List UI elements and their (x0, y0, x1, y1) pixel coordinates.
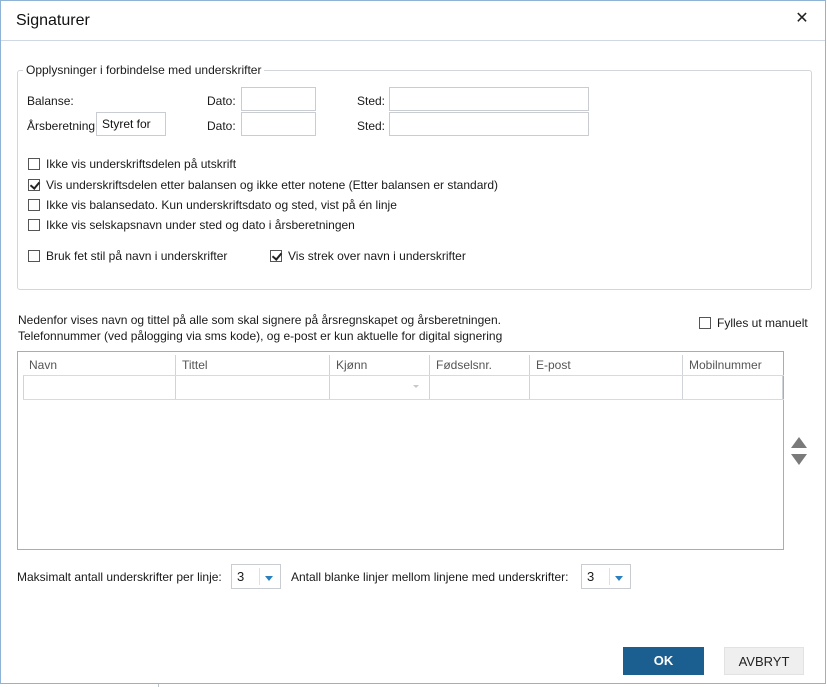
signer-info-text: Nedenfor vises navn og tittel på alle so… (18, 312, 502, 344)
option-bold-names[interactable]: Bruk fet stil på navn i underskrifter (28, 249, 227, 263)
option-fill-manually[interactable]: Fylles ut manuelt (699, 316, 808, 330)
select-separator (259, 568, 260, 585)
ok-button[interactable]: OK (623, 647, 704, 675)
balanse-sted-label: Sted: (357, 94, 386, 108)
info-line-2: Telefonnummer (ved pålogging via sms kod… (18, 329, 503, 343)
move-down-icon[interactable] (791, 454, 807, 465)
column-header-epost[interactable]: E-post (530, 355, 683, 375)
column-header-tittel[interactable]: Tittel (176, 355, 330, 375)
balanse-sted-input[interactable] (389, 87, 589, 111)
checkbox-checked[interactable] (28, 179, 40, 191)
table-row (23, 375, 784, 400)
option-hide-signature[interactable]: Ikke vis underskriftsdelen på utskrift (28, 157, 236, 171)
arsberetning-dato-label: Dato: (207, 119, 236, 133)
option-label: Ikke vis balansedato. Kun underskriftsda… (46, 198, 397, 212)
cell-mobilnummer[interactable] (683, 376, 783, 399)
arsberetning-label: Årsberetning: (27, 119, 99, 133)
info-line-1: Nedenfor vises navn og tittel på alle so… (18, 313, 501, 327)
blank-lines-label: Antall blanke linjer mellom linjene med … (291, 570, 569, 584)
option-line-over-names[interactable]: Vis strek over navn i underskrifter (270, 249, 466, 263)
column-header-navn[interactable]: Navn (23, 355, 176, 375)
chevron-down-icon (265, 576, 273, 581)
cell-navn[interactable] (23, 376, 176, 399)
dialog-titlebar: Signaturer ✕ (1, 1, 825, 41)
arsberetning-sted-input[interactable] (389, 112, 589, 136)
checkbox[interactable] (28, 250, 40, 262)
column-header-kjonn[interactable]: Kjønn (330, 355, 430, 375)
cell-fodselsnr[interactable] (430, 376, 530, 399)
arsberetning-dato-input[interactable] (241, 112, 316, 136)
chevron-down-icon (413, 385, 419, 388)
dialog-title: Signaturer (16, 12, 90, 29)
grid-header: Navn Tittel Kjønn Fødselsnr. E-post Mobi… (23, 355, 784, 375)
column-header-mobilnummer[interactable]: Mobilnummer (683, 355, 784, 375)
option-hide-balance-date[interactable]: Ikke vis balansedato. Kun underskriftsda… (28, 198, 397, 212)
option-after-balance[interactable]: Vis underskriftsdelen etter balansen og … (28, 178, 498, 192)
signers-grid: Navn Tittel Kjønn Fødselsnr. E-post Mobi… (17, 351, 784, 550)
balanse-dato-label: Dato: (207, 94, 236, 108)
option-label: Ikke vis selskapsnavn under sted og dato… (46, 218, 355, 232)
balanse-dato-input[interactable] (241, 87, 316, 111)
option-label: Vis underskriftsdelen etter balansen og … (46, 178, 499, 192)
max-signatures-select[interactable]: 3 (231, 564, 281, 589)
blank-lines-select[interactable]: 3 (581, 564, 631, 589)
option-label: Vis strek over navn i underskrifter (288, 249, 466, 263)
max-signatures-label: Maksimalt antall underskrifter per linje… (17, 570, 222, 584)
checkbox[interactable] (699, 317, 711, 329)
checkbox[interactable] (28, 219, 40, 231)
cancel-button[interactable]: AVBRYT (724, 647, 804, 675)
option-label: Bruk fet stil på navn i underskrifter (46, 249, 228, 263)
checkbox[interactable] (28, 158, 40, 170)
checkbox-checked[interactable] (270, 250, 282, 262)
chevron-down-icon (615, 576, 623, 581)
group-legend: Opplysninger i forbindelse med underskri… (23, 63, 265, 77)
move-up-icon[interactable] (791, 437, 807, 448)
select-separator (609, 568, 610, 585)
signaturer-dialog: Signaturer ✕ Opplysninger i forbindelse … (0, 0, 826, 684)
max-signatures-value: 3 (237, 569, 245, 584)
blank-lines-value: 3 (587, 569, 595, 584)
close-icon[interactable]: ✕ (792, 9, 812, 29)
option-hide-company-name[interactable]: Ikke vis selskapsnavn under sted og dato… (28, 218, 355, 232)
option-label: Ikke vis underskriftsdelen på utskrift (46, 157, 237, 171)
cell-kjonn[interactable] (330, 376, 430, 399)
balanse-label: Balanse: (27, 94, 74, 108)
arsberetning-sted-label: Sted: (357, 119, 386, 133)
column-header-fodselsnr[interactable]: Fødselsnr. (430, 355, 530, 375)
cell-epost[interactable] (530, 376, 683, 399)
arsberetning-input[interactable]: Styret for (96, 112, 166, 136)
option-label: Fylles ut manuelt (717, 316, 808, 330)
cell-tittel[interactable] (176, 376, 330, 399)
checkbox[interactable] (28, 199, 40, 211)
